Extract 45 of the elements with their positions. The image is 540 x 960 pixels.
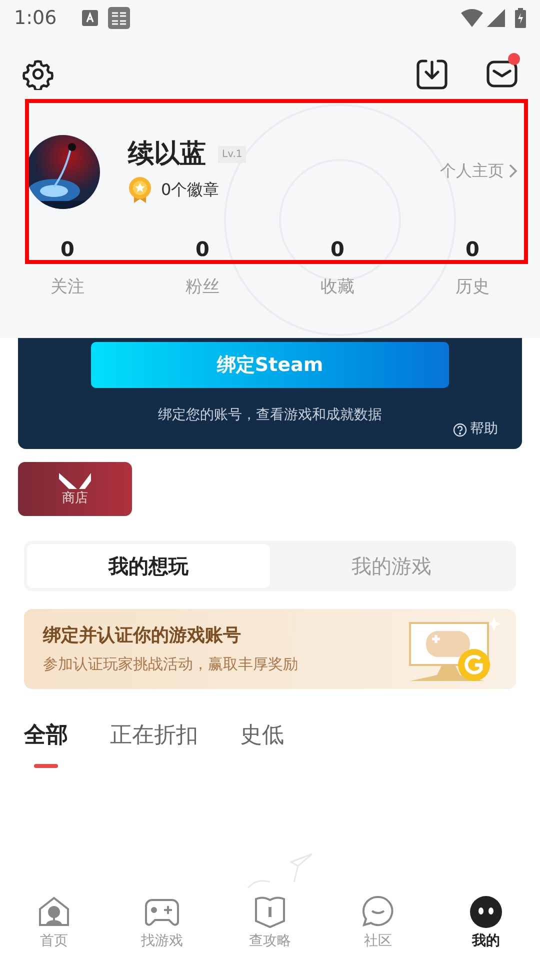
badge-count: 0个徽章 bbox=[161, 179, 220, 201]
filter-tab[interactable]: 正在折扣 bbox=[110, 719, 198, 768]
stat-count: 0 bbox=[60, 239, 74, 259]
stat-count: 0 bbox=[330, 239, 344, 259]
signal-icon bbox=[487, 9, 505, 27]
stat-count: 0 bbox=[466, 239, 480, 259]
keyboard-notification-icon bbox=[82, 10, 98, 26]
shop-label: 商店 bbox=[62, 492, 88, 505]
wifi-icon bbox=[461, 9, 483, 27]
user-name: 续以蓝 bbox=[128, 141, 206, 167]
status-time: 1:06 bbox=[14, 6, 57, 31]
stat-label[interactable]: 关注 bbox=[50, 275, 84, 300]
chevron-right-icon bbox=[508, 163, 518, 179]
segment-tab[interactable]: 我的想玩 bbox=[27, 544, 270, 588]
nav-tab[interactable]: 我的 bbox=[432, 894, 540, 952]
v-logo-icon bbox=[59, 473, 91, 489]
help-icon bbox=[453, 422, 467, 436]
level-badge: Lv.1 bbox=[218, 146, 246, 162]
filter-tab[interactable]: 史低 bbox=[240, 719, 284, 768]
homepage-link[interactable]: 个人主页 bbox=[440, 159, 518, 183]
message-icon[interactable] bbox=[486, 59, 518, 89]
promo-title: 绑定并认证你的游戏账号 bbox=[43, 624, 242, 648]
face-icon bbox=[469, 894, 503, 930]
promo-banner[interactable]: 绑定并认证你的游戏账号 参加认证玩家挑战活动，赢取丰厚奖励 bbox=[24, 609, 516, 689]
nav-tab[interactable]: 查攻略 bbox=[216, 894, 324, 952]
shop-tile[interactable]: 商店 bbox=[18, 462, 132, 516]
nav-tab[interactable]: 首页 bbox=[0, 894, 108, 952]
steam-description: 绑定您的账号，查看游戏和成就数据 bbox=[158, 406, 382, 425]
nav-tab[interactable]: 社区 bbox=[324, 894, 432, 952]
filter-tab[interactable]: 全部 bbox=[24, 719, 68, 768]
nav-tab[interactable]: 找游戏 bbox=[108, 894, 216, 952]
help-link[interactable]: 帮助 bbox=[453, 419, 498, 440]
battery-icon bbox=[515, 8, 526, 28]
stat-count: 0 bbox=[196, 239, 210, 259]
download-icon[interactable] bbox=[416, 58, 448, 90]
stat-label[interactable]: 历史 bbox=[456, 275, 490, 300]
stat-label[interactable]: 粉丝 bbox=[186, 275, 220, 300]
book-icon bbox=[254, 894, 286, 930]
stat-label[interactable]: 收藏 bbox=[320, 275, 354, 300]
medal-icon bbox=[128, 177, 152, 203]
promo-subtitle: 参加认证玩家挑战活动，赢取丰厚奖励 bbox=[43, 654, 298, 676]
settings-icon[interactable] bbox=[22, 58, 54, 90]
segment-tab[interactable]: 我的游戏 bbox=[270, 544, 513, 588]
app-notification-icon bbox=[108, 7, 130, 29]
bind-steam-button[interactable]: 绑定Steam bbox=[91, 342, 449, 388]
